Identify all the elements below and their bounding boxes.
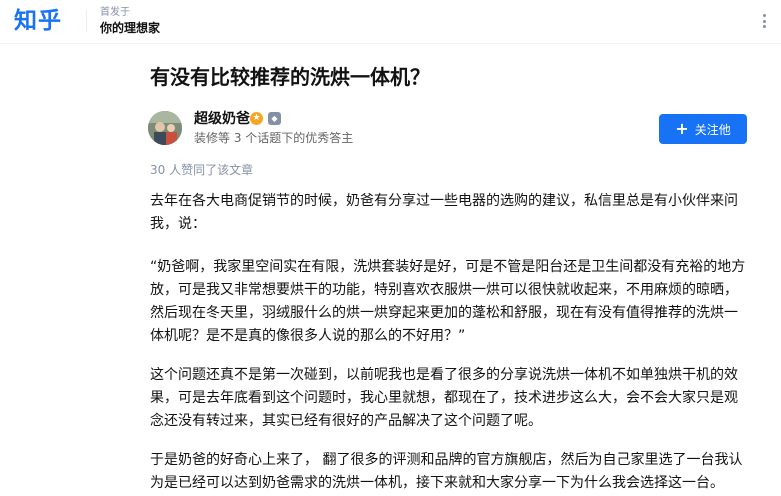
member-badge-icon[interactable]: ◆	[268, 112, 281, 125]
author-description: 装修等 3 个话题下的优秀答主	[194, 131, 354, 145]
article-paragraph: 去年在各大电商促销节的时候，奶爸有分享过一些电器的选购的建议，私信里总是有小伙伴…	[150, 193, 738, 232]
likes-count[interactable]: 30 人赞同了该文章	[150, 162, 253, 178]
author-name-link[interactable]: 超级奶爸	[194, 110, 250, 128]
publish-label: 首发于	[100, 7, 130, 18]
follow-button-label: 关注他	[694, 122, 731, 137]
article-paragraph: 于是奶爸的好奇心上来了， 翻了很多的评测和品牌的官方旗舰店，然后为自己家里选了一…	[150, 452, 743, 491]
more-vertical-icon[interactable]	[755, 12, 773, 30]
column-name-link[interactable]: 你的理想家	[100, 21, 160, 36]
article-paragraph: “奶爸啊，我家里空间实在有限，洗烘套装好是好，可是不管是阳台还是卫生间都没有充裕…	[150, 259, 746, 344]
header-divider	[86, 10, 87, 32]
article-paragraph: 这个问题还真不是第一次碰到，以前呢我也是看了很多的分享说洗烘一体机不如单独烘干机…	[150, 367, 738, 429]
zhihu-logo[interactable]: 知乎	[14, 6, 62, 36]
follow-button[interactable]: + 关注他	[659, 114, 747, 144]
plus-icon: +	[675, 119, 689, 138]
avatar[interactable]	[148, 111, 182, 145]
article-title: 有没有比较推荐的洗烘一体机？	[150, 65, 430, 89]
top-bar: 知乎 首发于 你的理想家	[0, 0, 781, 44]
gold-badge-icon[interactable]: ★	[250, 112, 263, 125]
